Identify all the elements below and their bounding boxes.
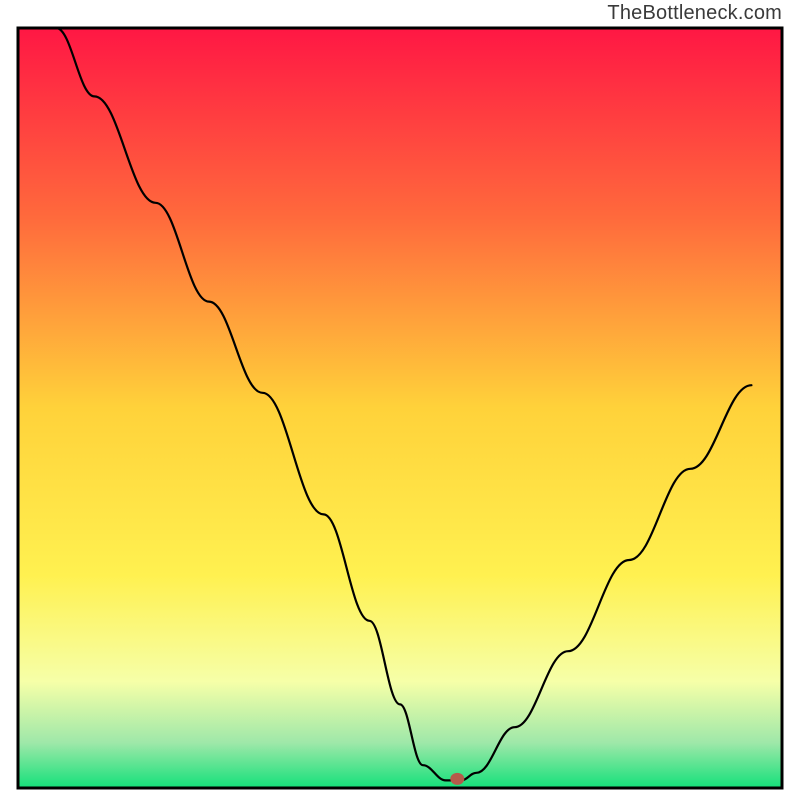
bottleneck-plot <box>0 0 800 800</box>
bottleneck-marker <box>450 773 464 785</box>
chart-container: TheBottleneck.com <box>0 0 800 800</box>
plot-background <box>18 28 782 788</box>
